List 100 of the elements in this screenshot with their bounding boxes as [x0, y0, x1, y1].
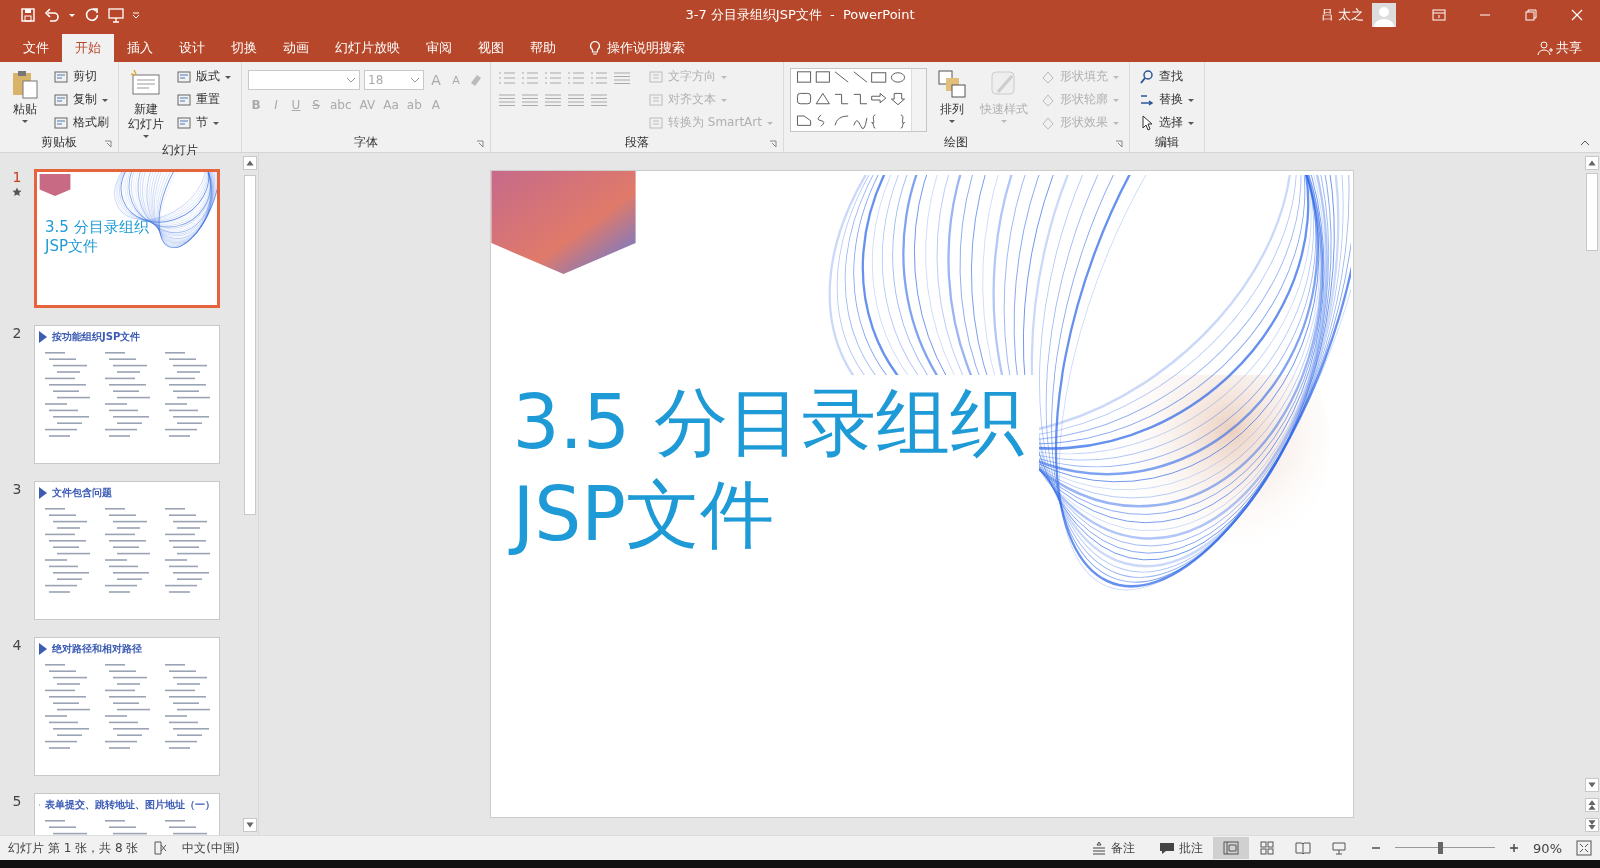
fit-slide-icon[interactable]	[1576, 840, 1592, 856]
large-ribbon-button[interactable]: 粘贴	[6, 66, 44, 133]
dialog-launcher-icon[interactable]	[1114, 140, 1123, 148]
slide-thumbnail[interactable]: 按功能组织JSP文件	[34, 325, 220, 464]
save-icon[interactable]	[20, 7, 36, 23]
slide-thumbnail[interactable]: 3.5 分目录组织 JSP文件	[34, 169, 220, 308]
customize-caret-icon[interactable]	[132, 11, 140, 19]
caret-icon	[21, 117, 29, 125]
ribbon-tab[interactable]: 开始	[62, 34, 114, 62]
ribbon-button[interactable]: 重置	[173, 89, 235, 110]
comments-button[interactable]: 批注	[1159, 839, 1204, 857]
ribbon-button[interactable]: 版式	[173, 66, 235, 87]
ribbon-button[interactable]: 节	[173, 112, 235, 133]
scroll-down-icon[interactable]	[1585, 778, 1599, 792]
ribbon-tab[interactable]: 插入	[114, 34, 166, 62]
redo-icon[interactable]	[84, 7, 100, 23]
slide-canvas[interactable]: 3.5 分目录组织 JSP文件	[489, 170, 1354, 818]
command-icon	[176, 91, 192, 108]
slide-thumbnail[interactable]: 文件包含问题	[34, 481, 220, 620]
align-lines-icon[interactable]	[543, 92, 563, 108]
ribbon-tab[interactable]: 文件	[10, 34, 62, 62]
ribbon-tab[interactable]: 幻灯片放映	[322, 34, 413, 62]
slide-thumbnail[interactable]: 绝对路径和相对路径	[34, 637, 220, 776]
projector-icon	[1331, 840, 1348, 856]
zoom-in-icon[interactable]	[1509, 843, 1520, 853]
caret-icon	[947, 117, 956, 125]
slide-title[interactable]: 3.5 分目录组织	[512, 376, 1024, 468]
align-lines-icon[interactable]	[497, 92, 517, 108]
ribbon-button[interactable]: 复制	[50, 89, 112, 110]
zoom-percent[interactable]: 90%	[1533, 840, 1562, 856]
next-slide-icon[interactable]	[1585, 818, 1599, 832]
ribbon-tab[interactable]: 动画	[270, 34, 322, 62]
command-icon	[53, 68, 69, 85]
large-ribbon-button[interactable]: 排列	[932, 66, 971, 133]
align-lines-icon[interactable]	[520, 92, 540, 108]
present-icon[interactable]	[108, 7, 124, 23]
scrollbar-thumb[interactable]	[244, 175, 256, 515]
group-label: 绘图	[944, 134, 969, 151]
command-icon	[53, 114, 69, 131]
shape-gallery[interactable]	[789, 68, 927, 132]
ribbon-button[interactable]: 格式刷	[50, 112, 112, 133]
zoom-slider[interactable]	[1395, 842, 1496, 854]
user-name[interactable]: 吕 太之	[1320, 6, 1364, 24]
align-lines-icon[interactable]	[566, 92, 586, 108]
caret-icon	[410, 76, 420, 84]
share-button[interactable]: 共享	[1537, 34, 1582, 62]
ribbon-button[interactable]: 替换	[1135, 89, 1198, 110]
dialog-launcher-icon[interactable]	[104, 140, 112, 148]
slide-number: 1	[12, 169, 22, 185]
notes-icon	[1091, 840, 1108, 856]
dialog-launcher-icon[interactable]	[768, 140, 777, 148]
ribbon-tab[interactable]: 切换	[218, 34, 270, 62]
text-box-icon	[648, 91, 664, 108]
tell-me-search[interactable]: 操作说明搜索	[607, 34, 685, 62]
ribbon-tab[interactable]: 审阅	[413, 34, 465, 62]
arrange-icon	[935, 68, 968, 100]
comment-icon	[1159, 840, 1176, 856]
thumbnail-title: 绝对路径和相对路径	[52, 642, 142, 656]
scroll-down-icon[interactable]	[243, 818, 257, 832]
align-lines-icon[interactable]	[589, 92, 609, 108]
lightbulb-icon[interactable]	[587, 40, 603, 56]
command-icon	[176, 68, 192, 85]
language-text[interactable]: 中文(中国)	[182, 839, 240, 857]
ribbon-tab[interactable]: 设计	[166, 34, 218, 62]
group-label: 编辑	[1154, 134, 1179, 151]
slide-number: 4	[12, 637, 22, 653]
triangle-icon	[39, 487, 47, 499]
ribbon-button[interactable]: 剪切	[50, 66, 112, 87]
text-box-icon	[648, 68, 664, 85]
command-icon	[53, 91, 69, 108]
undo-icon[interactable]	[44, 7, 60, 23]
triangle-icon	[39, 643, 47, 655]
triangle-icon	[39, 331, 47, 343]
scroll-up-icon[interactable]	[243, 156, 257, 170]
collapse-ribbon-icon[interactable]	[1580, 140, 1590, 146]
dialog-launcher-icon[interactable]	[476, 140, 484, 148]
scroll-up-icon[interactable]	[1585, 156, 1599, 170]
normal-view-icon	[1223, 840, 1240, 856]
normal-view-button[interactable]	[1213, 837, 1250, 859]
grid-icon	[1259, 840, 1276, 856]
search-icon	[1138, 68, 1155, 85]
slide-number: 2	[12, 325, 22, 341]
slide-number: 5	[12, 793, 22, 809]
ribbon-tab[interactable]: 视图	[465, 34, 517, 62]
previous-slide-icon[interactable]	[1585, 798, 1599, 812]
slide-thumbnail[interactable]: 表单提交、跳转地址、图片地址（一）	[34, 793, 220, 835]
zoom-slider-thumb[interactable]	[1438, 842, 1444, 854]
caret-icon	[999, 117, 1008, 125]
scrollbar-thumb[interactable]	[1586, 173, 1598, 251]
thumbnail-title: 表单提交、跳转地址、图片地址（一）	[45, 798, 215, 812]
align-lines-icon[interactable]	[612, 70, 632, 86]
ribbon-button[interactable]: 查找	[1135, 66, 1198, 87]
ribbon-tab[interactable]: 帮助	[517, 34, 569, 62]
notes-button[interactable]: 备注	[1091, 839, 1136, 857]
large-ribbon-button[interactable]: 新建 幻灯片	[125, 66, 167, 142]
ribbon-button[interactable]: 选择	[1135, 112, 1198, 133]
command-icon	[176, 114, 192, 131]
caret-icon[interactable]	[68, 11, 76, 19]
slide-count-text: 幻灯片 第 1 张，共 8 张	[8, 839, 139, 857]
spellcheck-icon[interactable]	[152, 840, 169, 856]
